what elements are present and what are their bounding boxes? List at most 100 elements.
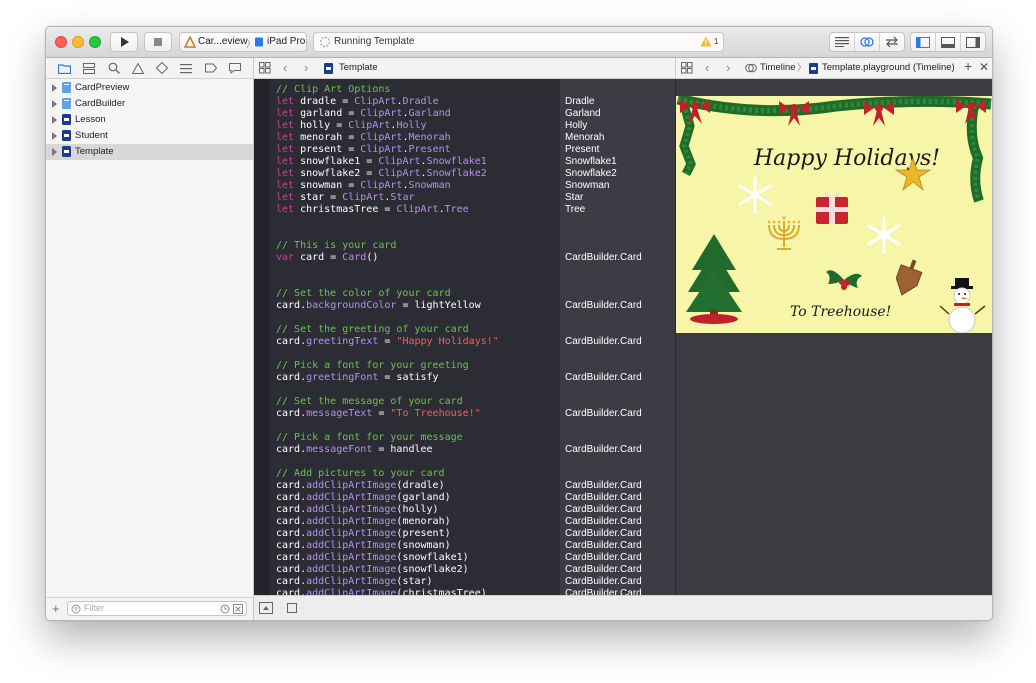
toggle-debug-button[interactable] bbox=[936, 33, 961, 51]
debug-list-icon[interactable] bbox=[180, 63, 193, 74]
code-line[interactable]: card.messageText = "To Treehouse!" bbox=[276, 408, 566, 420]
search-icon[interactable] bbox=[108, 62, 120, 74]
code-line[interactable]: card.greetingFont = satisfy bbox=[276, 372, 566, 384]
add-icon[interactable]: + bbox=[52, 601, 60, 616]
close-window-button[interactable] bbox=[55, 36, 67, 48]
scm-status-icon[interactable] bbox=[233, 604, 243, 614]
result-value[interactable]: Snowflake1 bbox=[565, 156, 642, 168]
hide-debug-area-icon[interactable] bbox=[259, 602, 273, 614]
result-value[interactable]: CardBuilder.Card bbox=[565, 576, 642, 588]
code-line[interactable] bbox=[276, 264, 566, 276]
navigator-item-template[interactable]: Template bbox=[46, 144, 253, 160]
disclosure-icon[interactable] bbox=[52, 148, 57, 156]
code-line[interactable]: let snowflake1 = ClipArt.Snowflake1 bbox=[276, 156, 566, 168]
code-line[interactable] bbox=[276, 456, 566, 468]
minimize-window-button[interactable] bbox=[72, 36, 84, 48]
code-line[interactable]: card.addClipArtImage(star) bbox=[276, 576, 566, 588]
code-line[interactable]: // Set the message of your card bbox=[276, 396, 566, 408]
result-value[interactable]: CardBuilder.Card bbox=[565, 300, 642, 312]
assistant-file-label[interactable]: Template.playground (Timeline) bbox=[822, 62, 955, 73]
view-selector[interactable] bbox=[910, 32, 986, 52]
add-editor-icon[interactable]: + bbox=[964, 58, 972, 74]
editor-file-name[interactable]: Template bbox=[339, 62, 378, 73]
disclosure-icon[interactable] bbox=[52, 132, 57, 140]
code-line[interactable] bbox=[276, 312, 566, 324]
breakpoint-icon[interactable] bbox=[204, 63, 217, 73]
code-line[interactable] bbox=[276, 348, 566, 360]
code-line[interactable] bbox=[276, 228, 566, 240]
code-line[interactable]: let holly = ClipArt.Holly bbox=[276, 120, 566, 132]
back-icon[interactable]: ‹ bbox=[283, 60, 287, 75]
scheme-selector[interactable]: Car...eview 〉 iPad Pro bbox=[179, 32, 307, 52]
code-line[interactable] bbox=[276, 276, 566, 288]
disclosure-icon[interactable] bbox=[52, 100, 57, 108]
result-value[interactable]: CardBuilder.Card bbox=[565, 504, 642, 516]
result-value[interactable]: CardBuilder.Card bbox=[565, 552, 642, 564]
code-line[interactable]: card.backgroundColor = lightYellow bbox=[276, 300, 566, 312]
result-value[interactable]: CardBuilder.Card bbox=[565, 408, 642, 420]
navigator-item-cardpreview[interactable]: CardPreview bbox=[46, 80, 253, 96]
code-line[interactable]: // Pick a font for your message bbox=[276, 432, 566, 444]
result-value[interactable]: Snowman bbox=[565, 180, 642, 192]
code-line[interactable]: card.addClipArtImage(christmasTree) bbox=[276, 588, 566, 595]
result-value[interactable]: CardBuilder.Card bbox=[565, 516, 642, 528]
code-line[interactable]: card.addClipArtImage(holly) bbox=[276, 504, 566, 516]
code-line[interactable]: card.addClipArtImage(snowman) bbox=[276, 540, 566, 552]
navigator-item-lesson[interactable]: Lesson bbox=[46, 112, 253, 128]
result-value[interactable]: Tree bbox=[565, 204, 642, 216]
related-items-icon[interactable] bbox=[259, 62, 271, 74]
result-value[interactable]: CardBuilder.Card bbox=[565, 492, 642, 504]
code-line[interactable]: let christmasTree = ClipArt.Tree bbox=[276, 204, 566, 216]
code-line[interactable]: // Set the color of your card bbox=[276, 288, 566, 300]
code-line[interactable]: let garland = ClipArt.Garland bbox=[276, 108, 566, 120]
warning-navigator-icon[interactable] bbox=[131, 62, 144, 74]
result-value[interactable]: CardBuilder.Card bbox=[565, 480, 642, 492]
code-line[interactable]: // Pick a font for your greeting bbox=[276, 360, 566, 372]
code-line[interactable]: // Set the greeting of your card bbox=[276, 324, 566, 336]
code-line[interactable]: card.messageFont = handlee bbox=[276, 444, 566, 456]
source-code[interactable]: // Clip Art Options let dradle = ClipArt.… bbox=[276, 84, 566, 595]
code-line[interactable]: card.addClipArtImage(snowflake1) bbox=[276, 552, 566, 564]
editor-mode-selector[interactable] bbox=[829, 32, 905, 52]
forward-icon[interactable]: › bbox=[304, 60, 308, 75]
code-line[interactable]: let present = ClipArt.Present bbox=[276, 144, 566, 156]
result-value[interactable]: CardBuilder.Card bbox=[565, 540, 642, 552]
code-line[interactable]: card.greetingText = "Happy Holidays!" bbox=[276, 336, 566, 348]
code-line[interactable]: // This is your card bbox=[276, 240, 566, 252]
forward-icon[interactable]: › bbox=[726, 60, 730, 75]
code-line[interactable]: let menorah = ClipArt.Menorah bbox=[276, 132, 566, 144]
disclosure-icon[interactable] bbox=[52, 84, 57, 92]
test-diamond-icon[interactable] bbox=[156, 62, 169, 74]
result-value[interactable]: Holly bbox=[565, 120, 642, 132]
version-editor-button[interactable] bbox=[880, 33, 904, 51]
code-line[interactable]: let star = ClipArt.Star bbox=[276, 192, 566, 204]
filter-field[interactable]: Filter bbox=[67, 601, 247, 616]
disclosure-icon[interactable] bbox=[52, 116, 57, 124]
hierarchy-icon[interactable] bbox=[83, 62, 96, 74]
code-line[interactable]: // Add pictures to your card bbox=[276, 468, 566, 480]
code-line[interactable]: card.addClipArtImage(dradle) bbox=[276, 480, 566, 492]
result-value[interactable]: Star bbox=[565, 192, 642, 204]
code-editor[interactable]: // Clip Art Options let dradle = ClipArt.… bbox=[254, 79, 675, 595]
result-value[interactable]: CardBuilder.Card bbox=[565, 372, 642, 384]
result-value[interactable]: Snowflake2 bbox=[565, 168, 642, 180]
code-line[interactable]: let snowflake2 = ClipArt.Snowflake2 bbox=[276, 168, 566, 180]
code-line[interactable]: card.addClipArtImage(present) bbox=[276, 528, 566, 540]
code-line[interactable] bbox=[276, 384, 566, 396]
navigator-item-cardbuilder[interactable]: CardBuilder bbox=[46, 96, 253, 112]
navigator-item-student[interactable]: Student bbox=[46, 128, 253, 144]
result-value[interactable]: Garland bbox=[565, 108, 642, 120]
result-value[interactable]: CardBuilder.Card bbox=[565, 336, 642, 348]
standard-editor-button[interactable] bbox=[830, 33, 855, 51]
report-bubble-icon[interactable] bbox=[228, 62, 241, 74]
code-line[interactable] bbox=[276, 216, 566, 228]
folder-icon[interactable] bbox=[58, 63, 72, 74]
toggle-navigator-button[interactable] bbox=[911, 33, 936, 51]
code-line[interactable] bbox=[276, 420, 566, 432]
toggle-utilities-button[interactable] bbox=[961, 33, 985, 51]
code-line[interactable]: let snowman = ClipArt.Snowman bbox=[276, 180, 566, 192]
zoom-window-button[interactable] bbox=[89, 36, 101, 48]
code-line[interactable]: let dradle = ClipArt.Dradle bbox=[276, 96, 566, 108]
code-line[interactable]: card.addClipArtImage(snowflake2) bbox=[276, 564, 566, 576]
result-value[interactable]: CardBuilder.Card bbox=[565, 444, 642, 456]
